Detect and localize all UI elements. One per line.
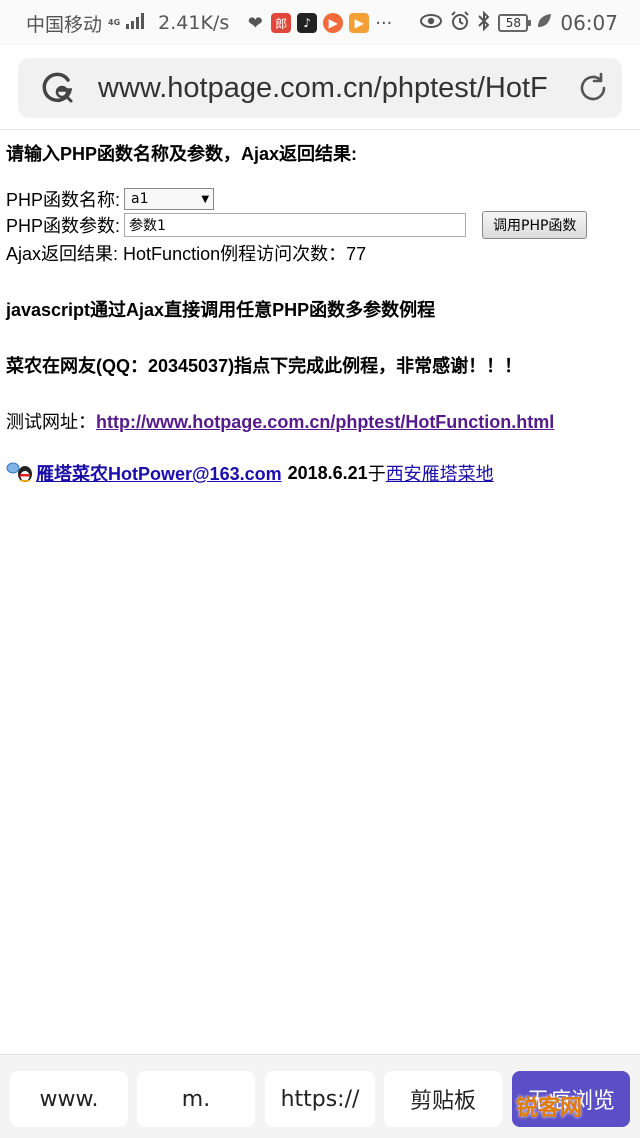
- watermark: 锐客网: [516, 1090, 582, 1122]
- function-param-row: PHP函数参数: 调用PHP函数: [6, 211, 632, 239]
- clipboard-button[interactable]: 剪贴板: [384, 1071, 502, 1127]
- battery-icon: 58: [498, 14, 532, 32]
- thanks-line: 菜农在网友(QQ：20345037)指点下完成此例程，非常感谢！！！: [6, 356, 523, 376]
- app-icon-orange: ▶: [349, 13, 370, 33]
- tiktok-icon: ♪: [297, 13, 318, 33]
- network-type: 4G: [108, 18, 121, 27]
- function-param-label: PHP函数参数:: [6, 216, 121, 236]
- url-text[interactable]: www.hotpage.com.cn/phptest/HotF: [98, 72, 566, 105]
- intro-text: 请输入PHP函数名称及参数，Ajax返回结果:: [6, 144, 358, 164]
- app-icon-red: 郎: [271, 13, 292, 33]
- date-text: 2018.6.21: [287, 462, 368, 483]
- at-text: 于: [367, 464, 386, 484]
- status-bar: 中国移动 4G 2.41K/s ❤ 郎 ♪ ▶ ▶ ··· 58 06:07: [0, 0, 640, 46]
- ajax-result-label: Ajax返回结果:: [6, 244, 119, 264]
- author-line: 雁塔菜农HotPower@163.com 2018.6.21 于 西安雁塔菜地: [6, 460, 632, 486]
- signal-icon: [126, 13, 145, 33]
- function-name-select[interactable]: a1 ▼: [124, 188, 215, 210]
- dropdown-arrow-icon: ▼: [201, 193, 210, 205]
- browser-toolbar: www.hotpage.com.cn/phptest/HotF: [0, 46, 640, 130]
- author-email-link[interactable]: 雁塔菜农HotPower@163.com: [36, 460, 282, 486]
- function-param-input[interactable]: [124, 213, 467, 237]
- heart-health-icon: ❤: [247, 12, 263, 34]
- web-page-content: 请输入PHP函数名称及参数，Ajax返回结果: PHP函数名称: a1 ▼ PH…: [6, 140, 632, 486]
- bluetooth-icon: [478, 10, 490, 35]
- leaf-icon: [536, 13, 552, 33]
- carrier-name: 中国移动: [26, 13, 103, 36]
- ajax-result-value: HotFunction例程访问次数：77: [123, 244, 367, 264]
- ajax-result-row: Ajax返回结果: HotFunction例程访问次数：77: [6, 240, 632, 266]
- function-name-row: PHP函数名称: a1 ▼: [6, 186, 632, 212]
- test-url-link[interactable]: http://www.hotpage.com.cn/phptest/HotFun…: [96, 412, 554, 432]
- clock-time: 06:07: [560, 11, 618, 35]
- quick-https-button[interactable]: https://: [265, 1071, 375, 1127]
- watermark-text: 锐客网: [516, 1096, 583, 1121]
- network-speed: 2.41K/s: [158, 12, 230, 34]
- place-link[interactable]: 西安雁塔菜地: [386, 460, 494, 486]
- quick-www-button[interactable]: www.: [10, 1071, 128, 1127]
- reload-icon[interactable]: [576, 71, 610, 105]
- test-url-label: 测试网址：: [6, 412, 96, 432]
- page-title-line: javascript通过Ajax直接调用任意PHP函数多参数例程: [6, 300, 436, 320]
- address-bar[interactable]: www.hotpage.com.cn/phptest/HotF: [18, 58, 622, 118]
- quick-m-button[interactable]: m.: [137, 1071, 255, 1127]
- call-php-function-button[interactable]: 调用PHP函数: [482, 211, 588, 239]
- video-play-icon: ▶: [323, 13, 344, 33]
- function-name-label: PHP函数名称:: [6, 190, 121, 210]
- function-name-selected: a1: [131, 191, 149, 207]
- eye-comfort-icon: [420, 13, 443, 33]
- alarm-icon: [450, 11, 470, 35]
- search-engine-icon[interactable]: [40, 70, 76, 106]
- test-url-line: 测试网址：http://www.hotpage.com.cn/phptest/H…: [6, 408, 632, 434]
- more-notifications-icon: ···: [375, 12, 393, 34]
- notification-icons: ❤ 郎 ♪ ▶ ▶: [245, 12, 370, 34]
- qq-icon: [6, 462, 36, 484]
